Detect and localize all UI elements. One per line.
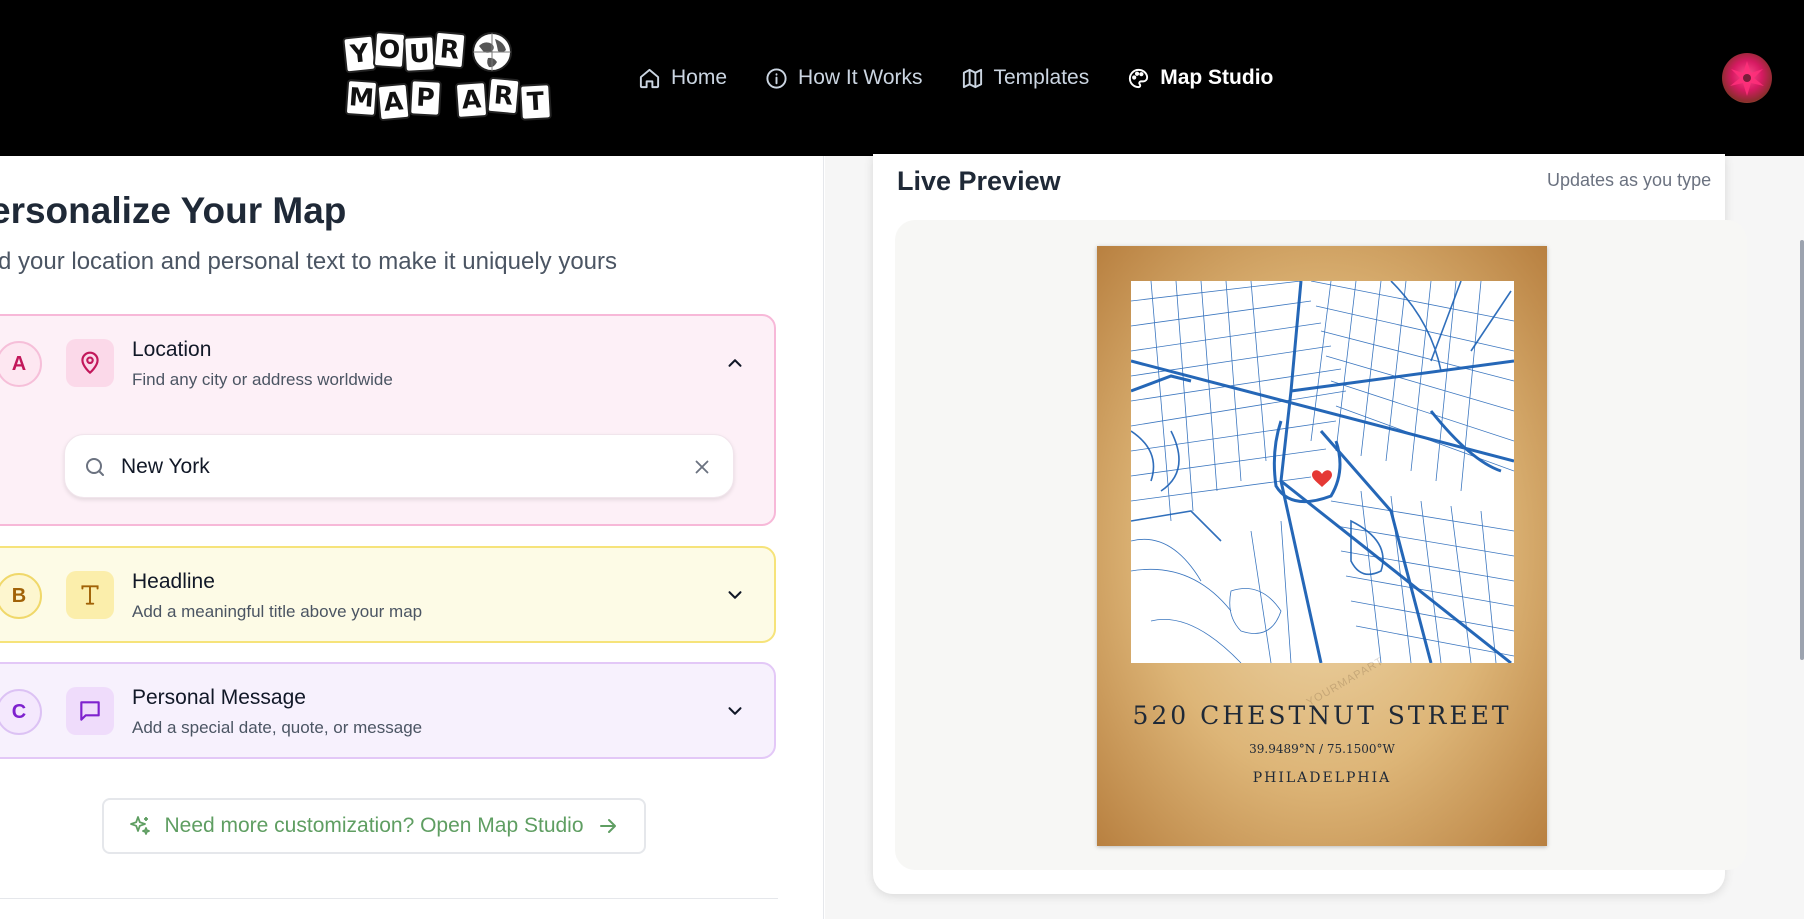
headline-title: Headline <box>132 570 215 593</box>
live-preview-card: Live Preview Updates as you type 520 CHE… <box>873 154 1747 894</box>
personal-message-section[interactable]: C Personal Message Add a special date, q… <box>0 662 776 759</box>
logo-letter: U <box>403 35 436 73</box>
section-divider <box>0 898 778 899</box>
sparkles-icon <box>130 816 151 835</box>
live-preview-title: Live Preview <box>897 166 1061 196</box>
palette-icon <box>1129 68 1149 88</box>
nav-templates-label: Templates <box>993 66 1090 89</box>
page: Y O U R M A P A R T Home How It Works Te… <box>0 0 1804 919</box>
location-marker-icon <box>1312 470 1332 487</box>
nav-templates[interactable]: Templates <box>961 62 1090 94</box>
live-preview-note: Updates as you type <box>1547 170 1712 190</box>
poster-city: PHILADELPHIA <box>1252 770 1392 786</box>
clear-icon[interactable] <box>691 456 713 478</box>
location-pin-icon <box>81 351 99 374</box>
street-map-graphic <box>1131 281 1514 663</box>
logo-letter: P <box>409 79 442 117</box>
message-icon-box <box>66 687 114 735</box>
logo-letter: A <box>454 80 489 120</box>
page-title: ersonalize Your Map <box>0 190 347 231</box>
logo-letter: R <box>432 30 467 70</box>
text-icon <box>81 585 99 605</box>
chevron-down-icon[interactable] <box>724 584 746 606</box>
nav-how-it-works-label: How It Works <box>798 66 923 89</box>
user-avatar[interactable] <box>1722 53 1772 103</box>
map-icon <box>962 68 982 88</box>
logo-letter: M <box>344 78 379 118</box>
avatar-flower-icon <box>1730 61 1764 96</box>
headline-section[interactable]: B Headline Add a meaningful title above … <box>0 546 776 643</box>
logo-letter: A <box>376 82 411 122</box>
logo-letter: R <box>486 76 521 116</box>
arrow-right-icon <box>599 819 616 833</box>
nav-how-it-works[interactable]: How It Works <box>765 62 923 94</box>
step-badge-c: C <box>0 689 42 735</box>
page-subtitle: d your location and personal text to mak… <box>0 248 618 275</box>
location-title: Location <box>132 338 212 361</box>
step-badge-b: B <box>0 573 42 619</box>
chevron-down-icon[interactable] <box>724 700 746 722</box>
nav-map-studio-label: Map Studio <box>1160 66 1274 89</box>
chevron-up-icon[interactable] <box>724 352 746 374</box>
top-navbar: Y O U R M A P A R T Home How It Works Te… <box>0 0 1804 156</box>
step-badge-a: A <box>0 341 42 387</box>
nav-home-label: Home <box>671 66 728 89</box>
main-nav: Home How It Works Templates Map Studio <box>638 62 1311 94</box>
map-image <box>1131 281 1514 663</box>
location-section: A Location Find any city or address worl… <box>0 314 776 526</box>
preview-panel: Live Preview Updates as you type 520 CHE… <box>825 154 1804 919</box>
location-description: Find any city or address worldwide <box>132 370 393 389</box>
logo-letter: O <box>372 30 407 70</box>
poster-coordinates: 39.9489°N / 75.1500°W <box>1249 742 1395 756</box>
location-search-input[interactable] <box>121 449 661 485</box>
info-icon <box>766 67 787 89</box>
nav-home[interactable]: Home <box>638 62 727 94</box>
location-section-header[interactable]: A Location Find any city or address worl… <box>0 316 774 412</box>
page-scrollbar[interactable] <box>1800 240 1804 660</box>
logo-letter: Y <box>342 34 377 74</box>
home-icon <box>639 68 660 88</box>
headline-description: Add a meaningful title above your map <box>132 602 423 621</box>
nav-map-studio[interactable]: Map Studio <box>1127 62 1273 94</box>
logo-letter: T <box>519 83 552 121</box>
personal-message-title: Personal Message <box>132 686 306 709</box>
personalize-panel: ersonalize Your Map d your location and … <box>0 156 824 919</box>
location-search <box>64 434 734 498</box>
personal-message-description: Add a special date, quote, or message <box>132 718 423 737</box>
location-icon-box <box>66 339 114 387</box>
site-logo[interactable]: Y O U R M A P A R T <box>342 30 560 124</box>
map-poster: 520 CHESTNUT STREET 39.9489°N / 75.1500°… <box>1097 246 1547 846</box>
search-icon <box>86 458 104 476</box>
headline-icon-box <box>66 571 114 619</box>
open-map-studio-button[interactable]: Need more customization? Open Map Studio <box>102 798 646 854</box>
message-icon <box>80 701 100 721</box>
globe-icon <box>470 30 514 74</box>
poster-headline: 520 CHESTNUT STREET <box>1132 701 1512 730</box>
open-map-studio-label: Need more customization? Open Map Studio <box>164 814 584 837</box>
